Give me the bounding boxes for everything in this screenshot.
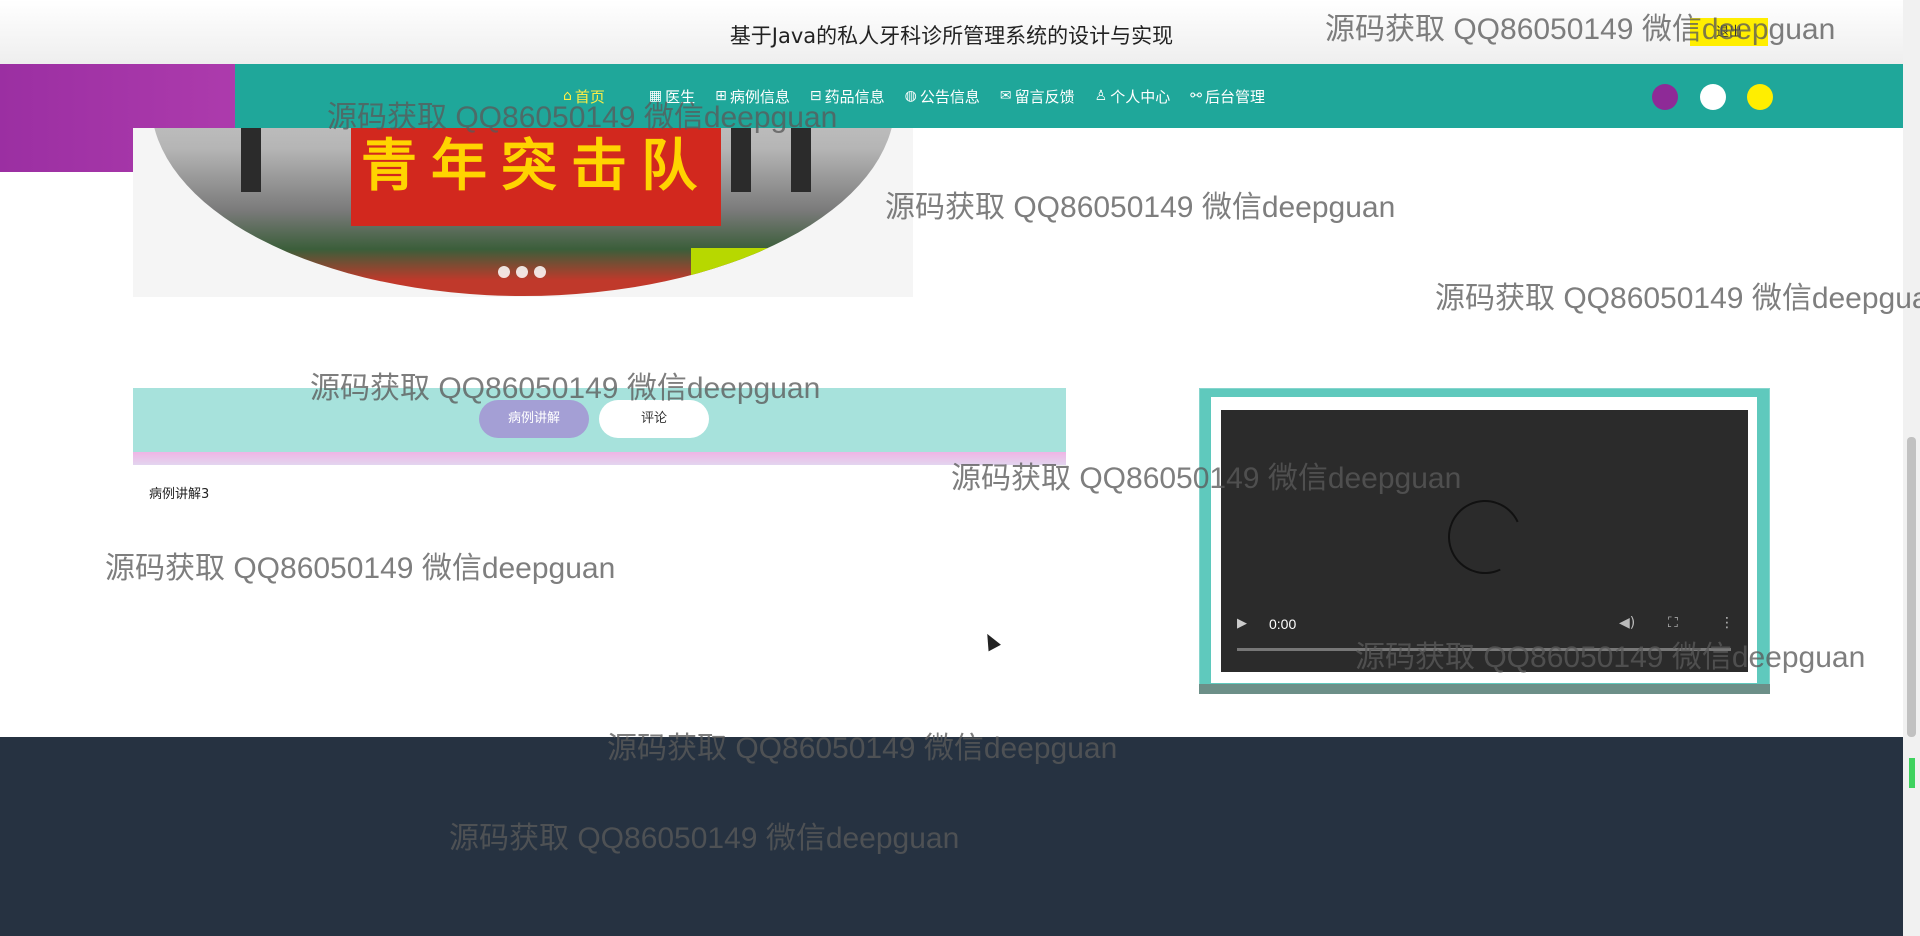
theme-dot-purple[interactable] <box>1652 84 1678 110</box>
figure-legs <box>731 128 751 192</box>
carousel-dots <box>498 266 552 278</box>
tab-strip-underline <box>133 452 1066 465</box>
mail-icon: ✉ <box>999 88 1012 104</box>
user-icon: ♙ <box>1094 88 1108 104</box>
nav-item-medicine[interactable]: ⊟ 药品信息 <box>810 86 885 107</box>
nav-item-doctor[interactable]: ▦ 医生 <box>649 86 695 107</box>
nav-item-home[interactable]: ⌂ 首页 <box>563 86 605 107</box>
nav-item-profile[interactable]: ♙ 个人中心 <box>1095 86 1171 107</box>
nav-item-notice[interactable]: ◍ 公告信息 <box>905 86 980 107</box>
figure-legs <box>791 128 811 192</box>
watermark: 源码获取 QQ86050149 微信deepguan <box>105 552 616 585</box>
volume-icon[interactable]: ◀) <box>1619 615 1635 631</box>
carousel-dot[interactable] <box>498 266 510 278</box>
nav-menu: ⌂ 首页 ▦ 医生 ⊞ 病例信息 ⊟ 药品信息 ◍ 公告信息 ✉ 留言反馈 ♙ 个人中心 ⚯ 后… <box>563 64 1285 128</box>
theme-dot-white[interactable] <box>1700 84 1726 110</box>
floor-marking <box>691 248 881 288</box>
logout-button[interactable]: 退出 <box>1690 18 1768 46</box>
figure-legs <box>241 128 261 192</box>
nav-item-admin[interactable]: ⚯ 后台管理 <box>1190 86 1265 107</box>
mouse-cursor <box>981 630 1001 652</box>
carousel-dot[interactable] <box>534 266 546 278</box>
gift-icon: ⊟ <box>809 88 822 104</box>
video-progress-bar[interactable] <box>1237 648 1731 651</box>
nav-item-feedback[interactable]: ✉ 留言反馈 <box>1000 86 1075 107</box>
tab-comment[interactable]: 评论 <box>599 400 709 438</box>
theme-dot-yellow[interactable] <box>1747 84 1773 110</box>
link-icon: ⚯ <box>1190 88 1202 104</box>
team-banner: 青年突击队 <box>351 128 721 226</box>
globe-icon: ◍ <box>904 88 917 104</box>
site-title: 基于Java的私人牙科诊所管理系统的设计与实现 <box>729 24 1174 48</box>
more-options-icon[interactable]: ⋮ <box>1720 615 1734 631</box>
book-icon: ⊞ <box>715 88 727 104</box>
scrollbar-thumb[interactable] <box>1907 437 1916 737</box>
video-time: 0:00 <box>1269 616 1297 632</box>
fullscreen-icon[interactable]: ⛶ <box>1668 615 1678 631</box>
doctor-icon: ▦ <box>648 88 663 104</box>
tab-content-text: 病例讲解3 <box>149 487 210 502</box>
home-icon: ⌂ <box>563 88 572 104</box>
page-footer <box>0 737 1903 936</box>
play-icon[interactable]: ▶ <box>1237 616 1247 631</box>
carousel-dot[interactable] <box>516 266 528 278</box>
scrollbar-indicator <box>1909 758 1915 788</box>
nav-item-cases[interactable]: ⊞ 病例信息 <box>715 86 790 107</box>
watermark: 源码获取 QQ86050149 微信deepguan <box>885 191 1396 224</box>
tab-case-explain[interactable]: 病例讲解 <box>479 400 589 438</box>
watermark: 源码获取 QQ86050149 微信deepguan <box>1435 282 1920 315</box>
